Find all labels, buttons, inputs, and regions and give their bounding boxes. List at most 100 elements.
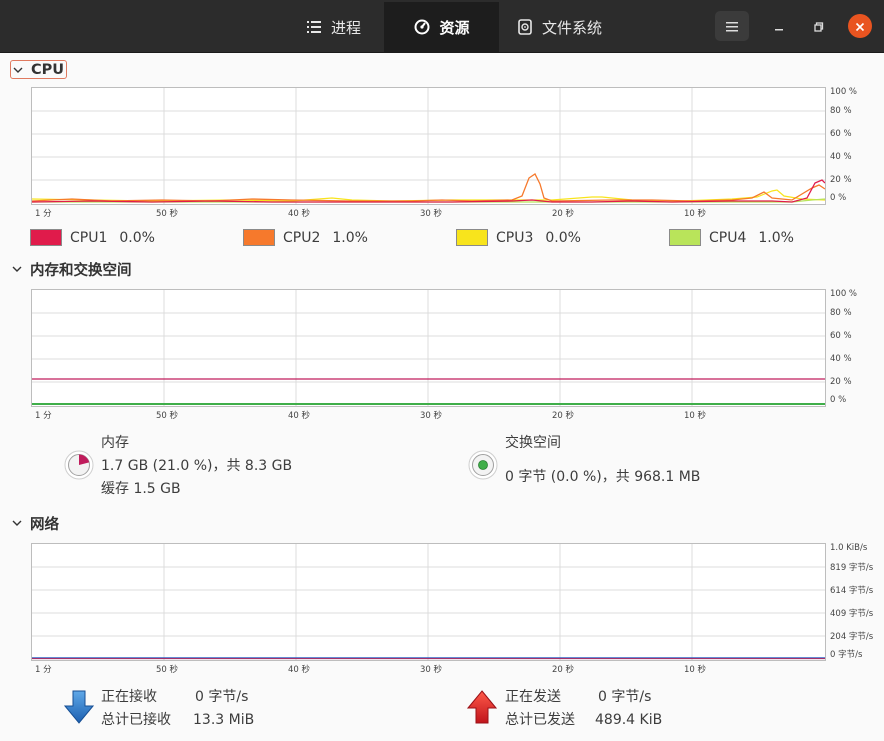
sending-value: 0 字节/s [598,689,652,705]
minimize-button[interactable] [767,14,791,38]
cpu-y-tick: 80 % [830,106,852,116]
cpu-y-tick: 40 % [830,152,852,162]
network-x-tick: 10 秒 [684,665,707,675]
network-x-tick: 30 秒 [420,665,443,675]
chevron-down-icon [10,516,24,530]
grid [32,544,825,660]
network-y-tick: 819 字节/s [830,563,874,573]
cpu1-legend: CPU1 0.0% [30,229,155,246]
cpu-x-tick: 20 秒 [552,209,575,219]
memory-x-tick: 40 秒 [288,411,311,421]
network-section-title: 网络 [30,516,59,533]
cpu-section-toggle[interactable]: CPU [10,60,68,79]
cpu4-color-button[interactable] [669,229,701,246]
swap-usage-value: 0 字节 (0.0 %)，共 968.1 MB [505,469,701,485]
memory-x-tick: 10 秒 [684,411,707,421]
cpu1-value: 0.0% [119,229,155,246]
cpu-y-tick: 60 % [830,129,852,139]
hamburger-icon [726,17,738,36]
grid [32,88,825,204]
cpu1-name: CPU1 [70,229,108,246]
memory-pie-chart[interactable] [64,450,94,480]
memory-x-tick: 50 秒 [156,411,179,421]
tab-resources[interactable]: 资源 [384,2,499,52]
cpu-x-tick: 50 秒 [156,209,179,219]
memory-section-toggle[interactable]: 内存和交换空间 [10,260,132,279]
cpu4-name: CPU4 [709,229,747,246]
list-icon [305,18,323,36]
memory-y-tick: 80 % [830,308,852,318]
cpu-x-tick: 10 秒 [684,209,707,219]
memory-y-tick: 0 % [830,395,847,405]
network-x-tick: 1 分 [35,665,52,675]
cpu-history-graph [31,87,826,205]
cpu-x-tick: 30 秒 [420,209,443,219]
memory-history-graph [31,289,826,407]
network-x-tick: 20 秒 [552,665,575,675]
cpu2-color-button[interactable] [243,229,275,246]
minimize-icon [774,17,784,36]
cpu1-color-button[interactable] [30,229,62,246]
tab-file-systems[interactable]: 文件系统 [499,2,619,52]
memory-y-tick: 60 % [830,331,852,341]
swap-pie-chart[interactable] [468,450,498,480]
swap-indicator-dot [478,460,488,470]
memory-y-tick: 40 % [830,354,852,364]
memory-x-tick: 20 秒 [552,411,575,421]
hamburger-menu-button[interactable] [715,11,749,41]
memory-usage-value: 1.7 GB (21.0 %)，共 8.3 GB [101,458,293,474]
network-y-tick: 614 字节/s [830,586,874,596]
tab-file-systems-label: 文件系统 [541,18,602,37]
receiving-value: 0 字节/s [195,689,249,705]
tab-resources-label: 资源 [439,18,470,37]
network-y-tick: 0 字节/s [830,650,863,660]
network-y-tick: 409 字节/s [830,609,874,619]
cpu-y-tick: 0 % [830,193,847,203]
cpu2-name: CPU2 [283,229,321,246]
cpu2-legend: CPU2 1.0% [243,229,368,246]
cpu-section-title: CPU [31,61,65,78]
network-history-graph [31,543,826,661]
gauge-icon [413,18,431,36]
memory-x-tick: 1 分 [35,411,52,421]
cpu2-value: 1.0% [332,229,368,246]
chevron-down-icon [10,262,24,276]
total-received-value: 13.3 MiB [193,712,255,728]
cpu-x-tick: 1 分 [35,209,52,219]
receive-arrow-icon[interactable] [64,690,94,724]
cpu-x-tick: 40 秒 [288,209,311,219]
cpu4-legend: CPU4 1.0% [669,229,794,246]
total-received-label: 总计已接收 [101,712,171,728]
memory-label: 内存 [101,435,129,451]
total-sent-label: 总计已发送 [505,712,575,728]
cpu-y-tick: 100 % [830,87,858,97]
receiving-label: 正在接收 [101,689,157,705]
cpu3-value: 0.0% [545,229,581,246]
restore-icon [814,17,824,36]
network-x-tick: 50 秒 [156,665,179,675]
network-y-tick: 204 字节/s [830,632,874,642]
chevron-down-icon [11,63,25,77]
network-section-toggle[interactable]: 网络 [10,514,59,533]
memory-section-title: 内存和交换空间 [30,262,132,279]
cpu-y-tick: 20 % [830,175,852,185]
maximize-button[interactable] [807,14,831,38]
disk-icon [516,18,534,36]
memory-y-tick: 100 % [830,289,858,299]
memory-cache-value: 缓存 1.5 GB [101,481,181,497]
network-x-tick: 40 秒 [288,665,311,675]
cpu3-name: CPU3 [496,229,534,246]
grid [32,290,825,406]
network-y-tick: 1.0 KiB/s [830,543,868,553]
memory-y-tick: 20 % [830,377,852,387]
swap-label: 交换空间 [505,435,561,451]
header-bar: 进程 资源 文件系统 [0,0,884,53]
send-arrow-icon[interactable] [467,690,497,724]
cpu3-color-button[interactable] [456,229,488,246]
tab-processes-label: 进程 [330,18,361,37]
close-icon [855,17,865,36]
cpu4-value: 1.0% [758,229,794,246]
memory-x-tick: 30 秒 [420,411,443,421]
close-button[interactable] [848,14,872,38]
tab-processes[interactable]: 进程 [283,2,383,52]
